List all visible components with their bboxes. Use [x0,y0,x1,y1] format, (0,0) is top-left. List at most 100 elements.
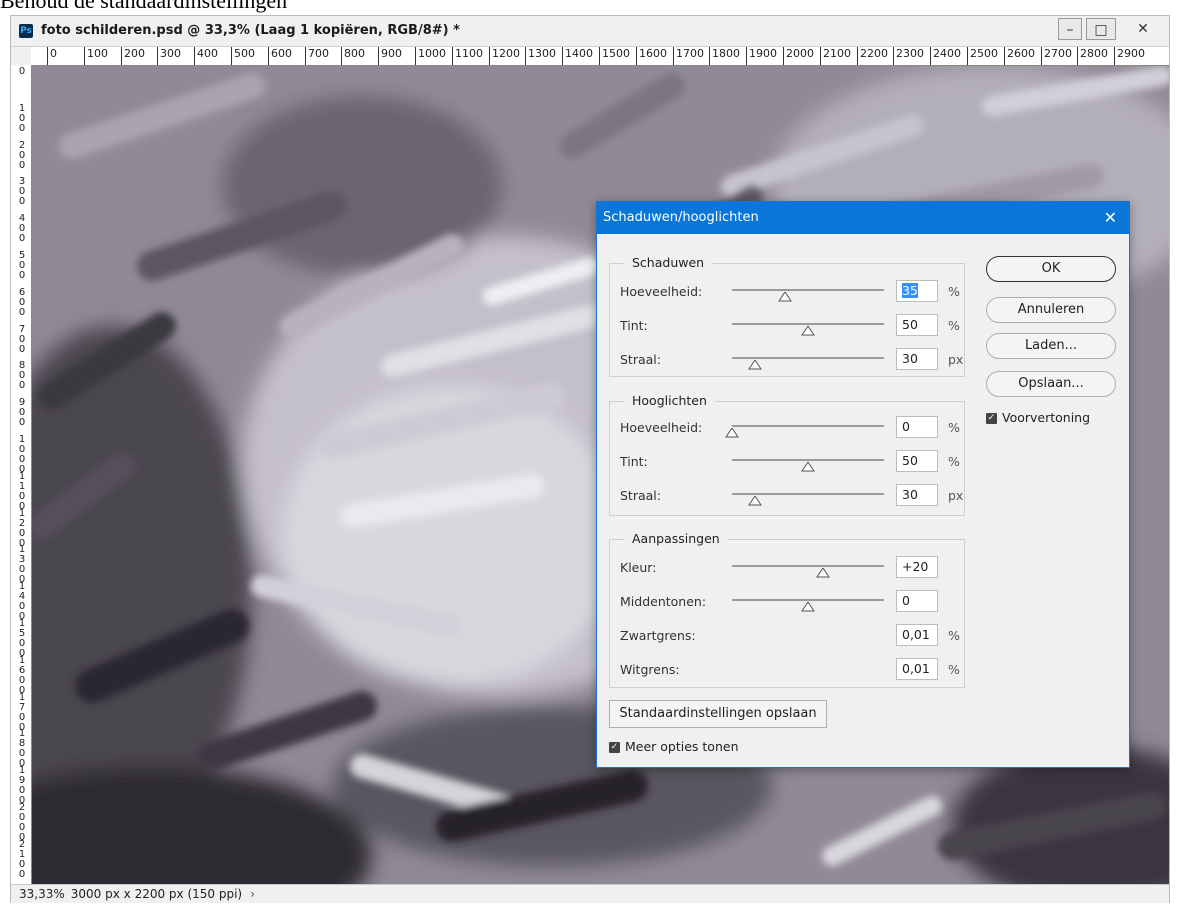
setting-label: Hoeveelheid: [620,420,703,435]
value-field[interactable]: 30 [896,348,938,370]
unit-label: px [948,352,964,367]
ruler-tick-label: 1700 [673,47,704,65]
unit-label: % [948,628,960,643]
ruler-tick-label: 100 [18,103,26,134]
value-field[interactable]: 0 [896,416,938,438]
ruler-tick-label: 1400 [18,581,26,622]
slider-thumb-icon[interactable] [801,602,815,612]
ruler-tick-label: 300 [18,176,26,207]
value-text: 30 [902,351,918,366]
ruler-tick-label: 1800 [709,47,740,65]
dialog-titlebar: Schaduwen/hooglichten ✕ [597,202,1129,234]
vertical-ruler[interactable]: 0 100 200 300 400 500 600 700 800 900 1000 1100 1200… [11,65,32,884]
save-defaults-button[interactable]: Standaardinstellingen opslaan [609,700,827,728]
value-field[interactable]: 30 [896,484,938,506]
ruler-tick-label: 2200 [857,47,888,65]
window-close-button[interactable]: ✕ [1123,18,1163,40]
slider-thumb-icon[interactable] [816,568,831,578]
slider-track[interactable] [732,289,884,291]
unit-label: % [948,454,960,469]
setting-label: Straal: [620,488,661,503]
slider-thumb-icon[interactable] [778,292,793,302]
slider-track[interactable] [732,425,884,427]
more-options-label: Meer opties tonen [625,739,739,754]
value-field[interactable]: 35 [896,280,938,302]
slider-thumb-icon[interactable] [725,428,739,438]
ruler-tick-label: 200 [18,140,26,171]
ruler-tick-label: 2400 [930,47,961,65]
slider-track[interactable] [732,565,884,567]
value-field[interactable]: 0,01 [896,624,938,646]
setting-label: Hoeveelheid: [620,284,703,299]
value-text: 0 [902,593,910,608]
ruler-tick-label: 2700 [1041,47,1072,65]
ruler-tick-label: 2300 [893,47,924,65]
slider-track[interactable] [732,599,884,601]
ruler-tick-label: 1100 [452,47,483,65]
ruler-tick-label: 2000 [783,47,814,65]
document-title: foto schilderen.psd @ 33,3% (Laag 1 kopi… [41,23,460,38]
horizontal-ruler[interactable]: 0 100 200 300 400 500 600 700 800 900 1000 1100 1200… [31,47,1169,66]
ruler-tick-label: 600 [268,47,292,65]
setting-label: Zwartgrens: [620,628,696,643]
slider-track[interactable] [732,357,884,359]
setting-row: Hoeveelheid: 35% [620,280,960,304]
setting-row: Kleur: +20 [620,556,960,580]
ruler-tick-label: 1100 [18,471,26,512]
unit-label: % [948,318,960,333]
ruler-tick-label: 1600 [18,655,26,696]
value-field[interactable]: 0,01 [896,658,938,680]
ruler-tick-label: 300 [157,47,181,65]
setting-row: Zwartgrens: 0,01% [620,624,960,648]
preview-label: Voorvertoning [1002,410,1091,425]
slider-track[interactable] [732,323,884,325]
dialog-close-button[interactable]: ✕ [1104,202,1117,234]
setting-row: Middentonen: 0 [620,590,960,614]
status-menu-arrow-icon[interactable]: › [250,887,255,901]
load-button[interactable]: Laden... [986,333,1116,359]
ruler-tick-label: 2000 [18,802,26,843]
unit-label: % [948,284,960,299]
value-text: 0,01 [902,627,930,642]
ruler-tick-label: 700 [305,47,329,65]
unit-label: % [948,420,960,435]
slider-thumb-icon[interactable] [747,360,762,370]
ruler-tick-label: 500 [231,47,255,65]
ruler-tick-label: 1800 [18,728,26,769]
ruler-tick-label: 1300 [18,544,26,585]
value-field[interactable]: +20 [896,556,938,578]
setting-label: Kleur: [620,560,657,575]
ruler-tick-label: 2100 [820,47,851,65]
ruler-tick-label: 900 [378,47,402,65]
cancel-button[interactable]: Annuleren [986,297,1116,323]
unit-label: px [948,488,964,503]
save-button[interactable]: Opslaan... [986,371,1116,397]
ruler-tick-label: 100 [84,47,108,65]
ruler-tick-label: 200 [121,47,145,65]
setting-label: Tint: [620,454,648,469]
value-field[interactable]: 50 [896,450,938,472]
setting-label: Straal: [620,352,661,367]
slider-thumb-icon[interactable] [747,496,762,506]
value-field[interactable]: 0 [896,590,938,612]
tutorial-caption: Behoud de standaardinstellingen [0,0,288,13]
checkmark-icon: ✓ [986,413,997,424]
slider-thumb-icon[interactable] [801,462,815,472]
ok-button[interactable]: OK [986,256,1116,282]
more-options-checkbox[interactable]: ✓ Meer opties tonen [609,739,739,754]
ruler-tick-label: 600 [18,287,26,318]
slider-thumb-icon[interactable] [801,326,815,336]
slider-track[interactable] [732,459,884,461]
preview-checkbox[interactable]: ✓ Voorvertoning [986,410,1090,425]
value-text: +20 [902,559,929,574]
ruler-tick-label: 1300 [525,47,556,65]
value-field[interactable]: 50 [896,314,938,336]
zoom-level[interactable]: 33,33% [19,887,65,901]
value-text: 0 [902,419,910,434]
ruler-tick-label: 900 [18,397,26,428]
minimize-button[interactable]: – [1058,18,1082,40]
ruler-tick-label: 1200 [18,508,26,549]
slider-track[interactable] [732,493,884,495]
maximize-button[interactable]: □ [1086,18,1116,40]
value-text: 35 [902,283,918,298]
